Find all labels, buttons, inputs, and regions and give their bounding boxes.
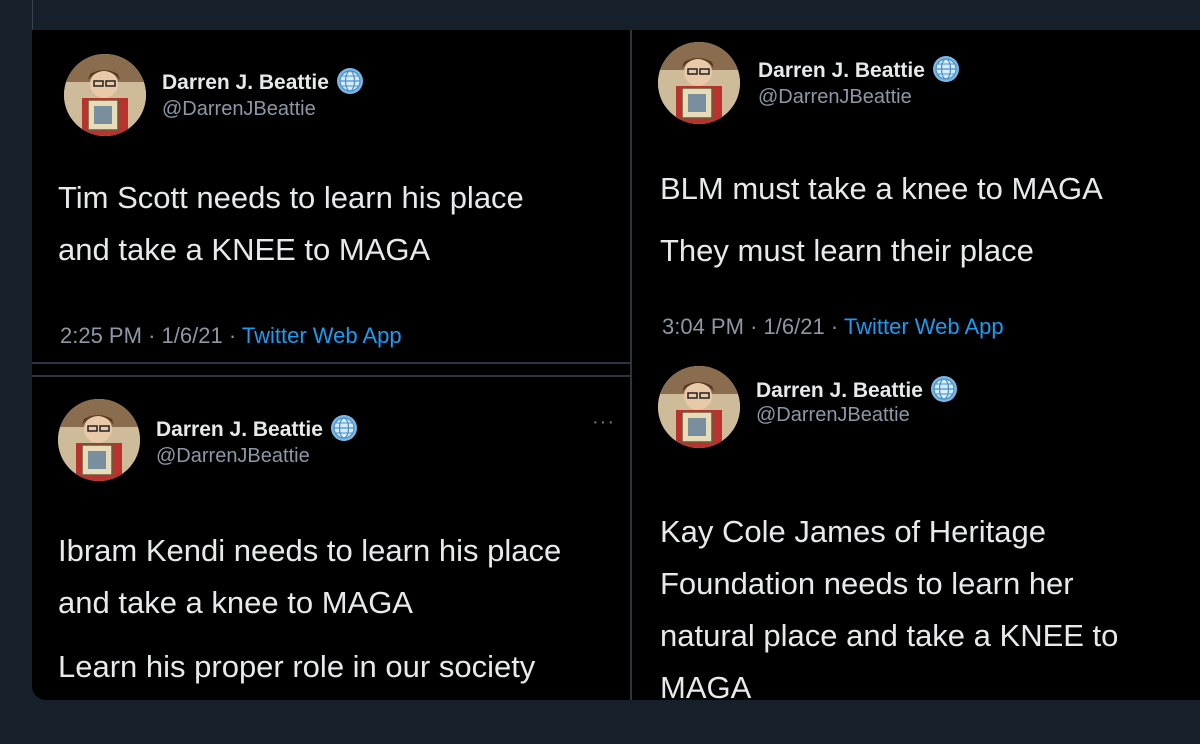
tweet-line: natural place and take a KNEE to [660, 618, 1119, 653]
tweet-text: Kay Cole James of Heritage Foundation ne… [660, 506, 1118, 700]
separator: · [750, 314, 758, 339]
tweet-line: Tim Scott needs to learn his place [58, 180, 524, 215]
tweet-time[interactable]: 2:25 PM [60, 323, 142, 348]
tweet-card[interactable]: Darren J. Beattie @DarrenJBeattie BLM mu… [632, 30, 1200, 362]
author-handle[interactable]: @DarrenJBeattie [162, 98, 316, 121]
author-name-text: Darren J. Beattie [162, 71, 329, 94]
tweet-text: BLM must take a knee to MAGA They must l… [660, 158, 1103, 282]
separator: · [830, 314, 839, 339]
author-name[interactable]: Darren J. Beattie [756, 374, 959, 404]
tweet-date[interactable]: 1/6/21 [764, 314, 825, 339]
horizontal-divider [32, 362, 630, 364]
tweet-card[interactable]: Darren J. Beattie @DarrenJBeattie Tim Sc… [32, 30, 630, 362]
author-name-text: Darren J. Beattie [756, 379, 923, 402]
tweet-line: MAGA [660, 670, 752, 700]
tweet-text: Tim Scott needs to learn his place and t… [58, 172, 524, 276]
tweet-line: They must learn their place [660, 233, 1034, 268]
tweet-card[interactable]: Darren J. Beattie @DarrenJBeattie Kay Co… [632, 362, 1200, 700]
more-dots-icon[interactable]: ··· [592, 411, 615, 434]
avatar[interactable] [658, 42, 740, 124]
tweet-line: and take a knee to MAGA [58, 585, 413, 620]
tweet-line: and take a KNEE to MAGA [58, 232, 431, 267]
tweet-text: Ibram Kendi needs to learn his place and… [58, 525, 561, 693]
tweet-line: Ibram Kendi needs to learn his place [58, 533, 562, 568]
tweet-line: Learn his proper role in our society [58, 649, 536, 684]
avatar[interactable] [58, 399, 140, 481]
globe-badge-icon [932, 56, 959, 82]
source-app-link[interactable]: Twitter Web App [844, 314, 1004, 339]
tweet-date[interactable]: 1/6/21 [162, 323, 223, 348]
globe-badge-icon [930, 376, 957, 402]
author-handle[interactable]: @DarrenJBeattie [758, 86, 912, 109]
tweet-line: BLM must take a knee to MAGA [660, 171, 1103, 206]
tweet-time[interactable]: 3:04 PM [662, 314, 744, 339]
author-handle[interactable]: @DarrenJBeattie [156, 445, 310, 468]
tweet-meta: 3:04 PM · 1/6/21 · Twitter Web App [662, 314, 1004, 340]
globe-badge-icon [336, 68, 363, 94]
author-name[interactable]: Darren J. Beattie [162, 66, 365, 96]
tweet-line: Foundation needs to learn her [660, 566, 1074, 601]
author-name[interactable]: Darren J. Beattie [156, 413, 359, 443]
tweet-meta: 2:25 PM · 1/6/21 · Twitter Web App [60, 323, 402, 349]
author-name-text: Darren J. Beattie [156, 418, 323, 441]
separator: · [148, 323, 156, 348]
avatar[interactable] [64, 54, 146, 136]
author-name-text: Darren J. Beattie [758, 59, 925, 82]
author-name[interactable]: Darren J. Beattie [758, 54, 961, 84]
source-app-link[interactable]: Twitter Web App [242, 323, 402, 348]
tweet-collage: Darren J. Beattie @DarrenJBeattie Tim Sc… [32, 30, 1200, 700]
author-handle[interactable]: @DarrenJBeattie [756, 404, 910, 427]
avatar[interactable] [658, 366, 740, 448]
separator: · [228, 323, 237, 348]
tweet-card[interactable]: Darren J. Beattie @DarrenJBeattie ··· Ib… [32, 377, 630, 700]
tweet-line: Kay Cole James of Heritage [660, 514, 1046, 549]
globe-badge-icon [330, 415, 357, 441]
